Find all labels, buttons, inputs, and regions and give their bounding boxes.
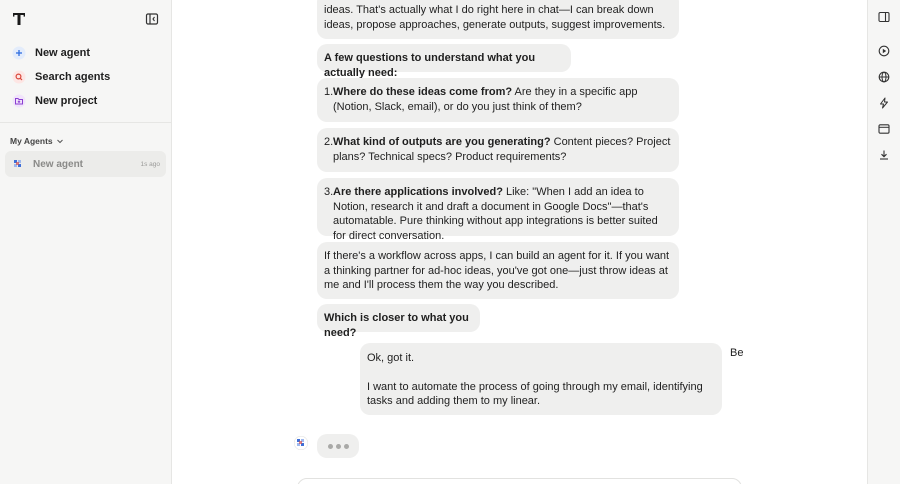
user-message-line: I want to automate the process of going … bbox=[367, 380, 703, 408]
new-project-label: New project bbox=[35, 95, 98, 107]
message-heading: A few questions to understand what you a… bbox=[324, 52, 536, 79]
assistant-message: 1. Where do these ideas come from? Are t… bbox=[317, 78, 679, 122]
user-name: Be bbox=[730, 347, 744, 359]
typing-indicator bbox=[317, 434, 359, 458]
assistant-avatar-icon bbox=[294, 436, 308, 450]
right-toolbar bbox=[867, 0, 900, 484]
list-number: 3. bbox=[324, 186, 334, 198]
search-agents-button[interactable]: Search agents bbox=[8, 66, 164, 88]
download-icon[interactable] bbox=[878, 149, 890, 161]
sidebar-divider bbox=[0, 122, 172, 123]
message-text: ideas. That's actually what I do right h… bbox=[324, 4, 666, 31]
list-number: 1. bbox=[324, 86, 334, 98]
globe-icon[interactable] bbox=[878, 71, 890, 83]
question-heading: Are there applications involved? bbox=[333, 186, 503, 198]
list-number: 2. bbox=[324, 136, 334, 148]
chevron-down-icon bbox=[56, 139, 63, 144]
new-project-button[interactable]: New project bbox=[8, 90, 164, 112]
lightning-icon[interactable] bbox=[878, 97, 890, 109]
assistant-message: A few questions to understand what you a… bbox=[317, 44, 571, 79]
question-heading: What kind of outputs are you generating? bbox=[333, 136, 551, 148]
sidebar-item-agent[interactable]: New agent 1s ago bbox=[5, 151, 166, 177]
panel-toggle-icon[interactable] bbox=[878, 11, 890, 23]
chat-area: ideas. That's actually what I do right h… bbox=[172, 0, 867, 484]
sidebar: New agent Search agents New project My A… bbox=[0, 0, 172, 484]
assistant-message: If there's a workflow across apps, I can… bbox=[317, 242, 679, 299]
assistant-message: 2. What kind of outputs are you generati… bbox=[317, 128, 679, 172]
message-heading: Which is closer to what you need? bbox=[324, 312, 469, 339]
browser-window-icon[interactable] bbox=[878, 123, 890, 135]
assistant-message: 3. Are there applications involved? Like… bbox=[317, 178, 679, 242]
new-agent-button[interactable]: New agent bbox=[8, 42, 164, 64]
new-agent-label: New agent bbox=[35, 47, 91, 59]
my-agents-toggle[interactable]: My Agents bbox=[10, 136, 64, 146]
plus-icon bbox=[12, 46, 26, 60]
app-logo-icon bbox=[13, 13, 25, 25]
user-message: Ok, got it. I want to automate the proce… bbox=[360, 343, 722, 415]
search-agents-label: Search agents bbox=[35, 71, 111, 83]
message-input[interactable] bbox=[297, 478, 742, 484]
question-heading: Where do these ideas come from? bbox=[333, 86, 513, 98]
collapse-sidebar-icon[interactable] bbox=[145, 12, 159, 26]
assistant-message: ideas. That's actually what I do right h… bbox=[317, 0, 679, 39]
my-agents-label: My Agents bbox=[10, 136, 53, 146]
play-icon[interactable] bbox=[878, 45, 890, 57]
assistant-message: Which is closer to what you need? bbox=[317, 304, 480, 339]
agent-timestamp: 1s ago bbox=[140, 160, 160, 168]
search-icon bbox=[12, 70, 26, 84]
folder-plus-icon bbox=[12, 94, 26, 108]
user-message-line: Ok, got it. bbox=[367, 352, 415, 364]
agent-name: New agent bbox=[33, 158, 84, 170]
message-text: If there's a workflow across apps, I can… bbox=[324, 250, 670, 291]
agent-avatar-icon bbox=[14, 160, 21, 167]
